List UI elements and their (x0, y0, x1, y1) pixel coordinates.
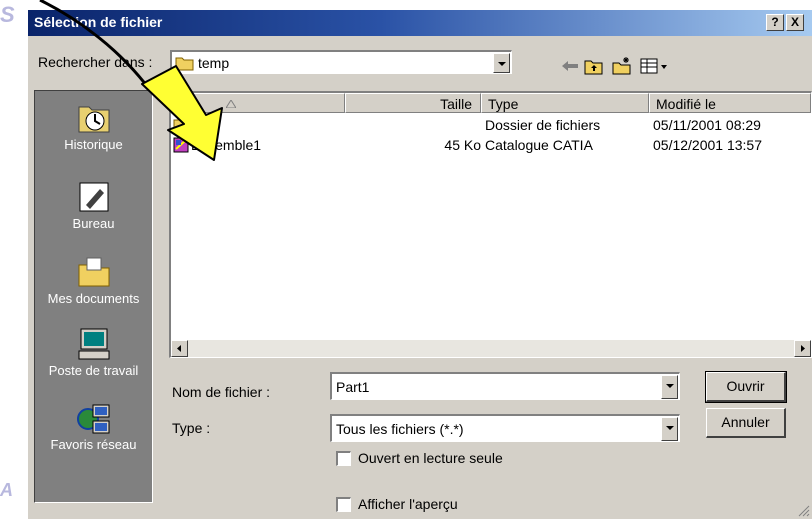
scroll-right-button[interactable] (794, 340, 811, 357)
new-folder-icon[interactable] (612, 56, 632, 76)
place-label: Bureau (72, 216, 115, 231)
resize-grip-icon[interactable] (796, 503, 810, 517)
my-documents-icon (77, 255, 111, 289)
filename-value: Part1 (336, 379, 370, 395)
filetype-select[interactable]: Tous les fichiers (*.*) (330, 414, 680, 442)
look-in-dropdown-button[interactable] (493, 53, 510, 73)
item-modified: 05/12/2001 13:57 (653, 137, 762, 153)
catia-catalog-icon (173, 137, 189, 153)
desktop-icon (77, 180, 111, 214)
title-bar: Sélection de fichier ? X (28, 10, 812, 36)
place-my-documents[interactable]: Mes documents (35, 255, 152, 306)
help-button[interactable]: ? (766, 14, 784, 31)
watermark-glyph-icon: A (0, 480, 13, 500)
item-modified: 05/11/2001 08:29 (653, 117, 761, 133)
view-menu-icon[interactable] (640, 56, 670, 76)
network-places-icon (76, 401, 111, 435)
history-icon (77, 101, 111, 135)
place-label: Poste de travail (48, 363, 139, 378)
place-history[interactable]: Historique (35, 101, 152, 152)
filename-label: Nom de fichier : (172, 384, 271, 400)
svg-text:S: S (0, 2, 15, 26)
back-icon[interactable] (560, 56, 580, 76)
scroll-left-button[interactable] (171, 340, 188, 357)
place-desktop[interactable]: Bureau (35, 180, 152, 231)
cancel-button[interactable]: Annuler (706, 408, 786, 438)
filetype-dropdown-button[interactable] (661, 417, 678, 441)
open-button[interactable]: Ouvrir (705, 371, 787, 403)
column-header-name[interactable] (171, 93, 345, 113)
column-header-type[interactable]: Type (481, 93, 649, 113)
column-header-size[interactable]: Taille (345, 93, 481, 113)
place-label: Mes documents (47, 291, 140, 306)
filetype-value: Tous les fichiers (*.*) (336, 421, 464, 437)
horizontal-scrollbar[interactable] (171, 340, 811, 357)
readonly-checkbox[interactable] (336, 451, 351, 466)
file-selection-dialog: Sélection de fichier ? X Rechercher dans… (28, 10, 812, 519)
dialog-title: Sélection de fichier (34, 14, 163, 30)
watermark-glyph-icon: S (0, 2, 15, 27)
place-my-computer[interactable]: Poste de travail (35, 327, 152, 378)
places-bar: Historique Bureau Mes documents Poste de… (34, 90, 153, 503)
look-in-label: Rechercher dans : (38, 54, 153, 70)
scroll-right-icon (801, 345, 805, 352)
look-in-combo[interactable]: temp (170, 50, 512, 74)
item-size: 45 Ko (444, 137, 481, 153)
place-label: Historique (64, 137, 123, 152)
up-folder-icon[interactable] (584, 56, 604, 76)
background-watermark-bottom: A (0, 480, 28, 525)
place-network[interactable]: Favoris réseau (35, 401, 152, 452)
item-type: Dossier de fichiers (485, 117, 601, 133)
filetype-label: Type : (172, 420, 211, 436)
svg-text:A: A (0, 480, 13, 500)
folder-icon (173, 119, 192, 133)
item-type: Catalogue CATIA (485, 137, 593, 153)
filename-dropdown-button[interactable] (661, 375, 678, 399)
list-item[interactable]: Ensemble1 45 Ko Catalogue CATIA 05/12/20… (171, 135, 811, 155)
my-computer-icon (77, 327, 111, 361)
background-watermark: S (0, 2, 28, 33)
column-header-modified[interactable]: Modifié le (649, 93, 811, 113)
file-list[interactable]: Taille Type Modifié le Dossier de fichie… (169, 91, 812, 358)
item-name: Ensemble1 (191, 137, 262, 153)
preview-label: Afficher l'aperçu (358, 496, 458, 512)
scroll-left-icon (177, 345, 181, 352)
place-label: Favoris réseau (50, 437, 137, 452)
sort-ascending-icon (226, 100, 236, 108)
filename-input[interactable]: Part1 (330, 372, 680, 400)
folder-icon (175, 57, 194, 71)
look-in-value: temp (198, 55, 230, 71)
close-button[interactable]: X (786, 14, 804, 31)
preview-checkbox[interactable] (336, 497, 351, 512)
list-item[interactable]: Dossier de fichiers 05/11/2001 08:29 (171, 115, 811, 135)
readonly-label: Ouvert en lecture seule (358, 450, 503, 466)
